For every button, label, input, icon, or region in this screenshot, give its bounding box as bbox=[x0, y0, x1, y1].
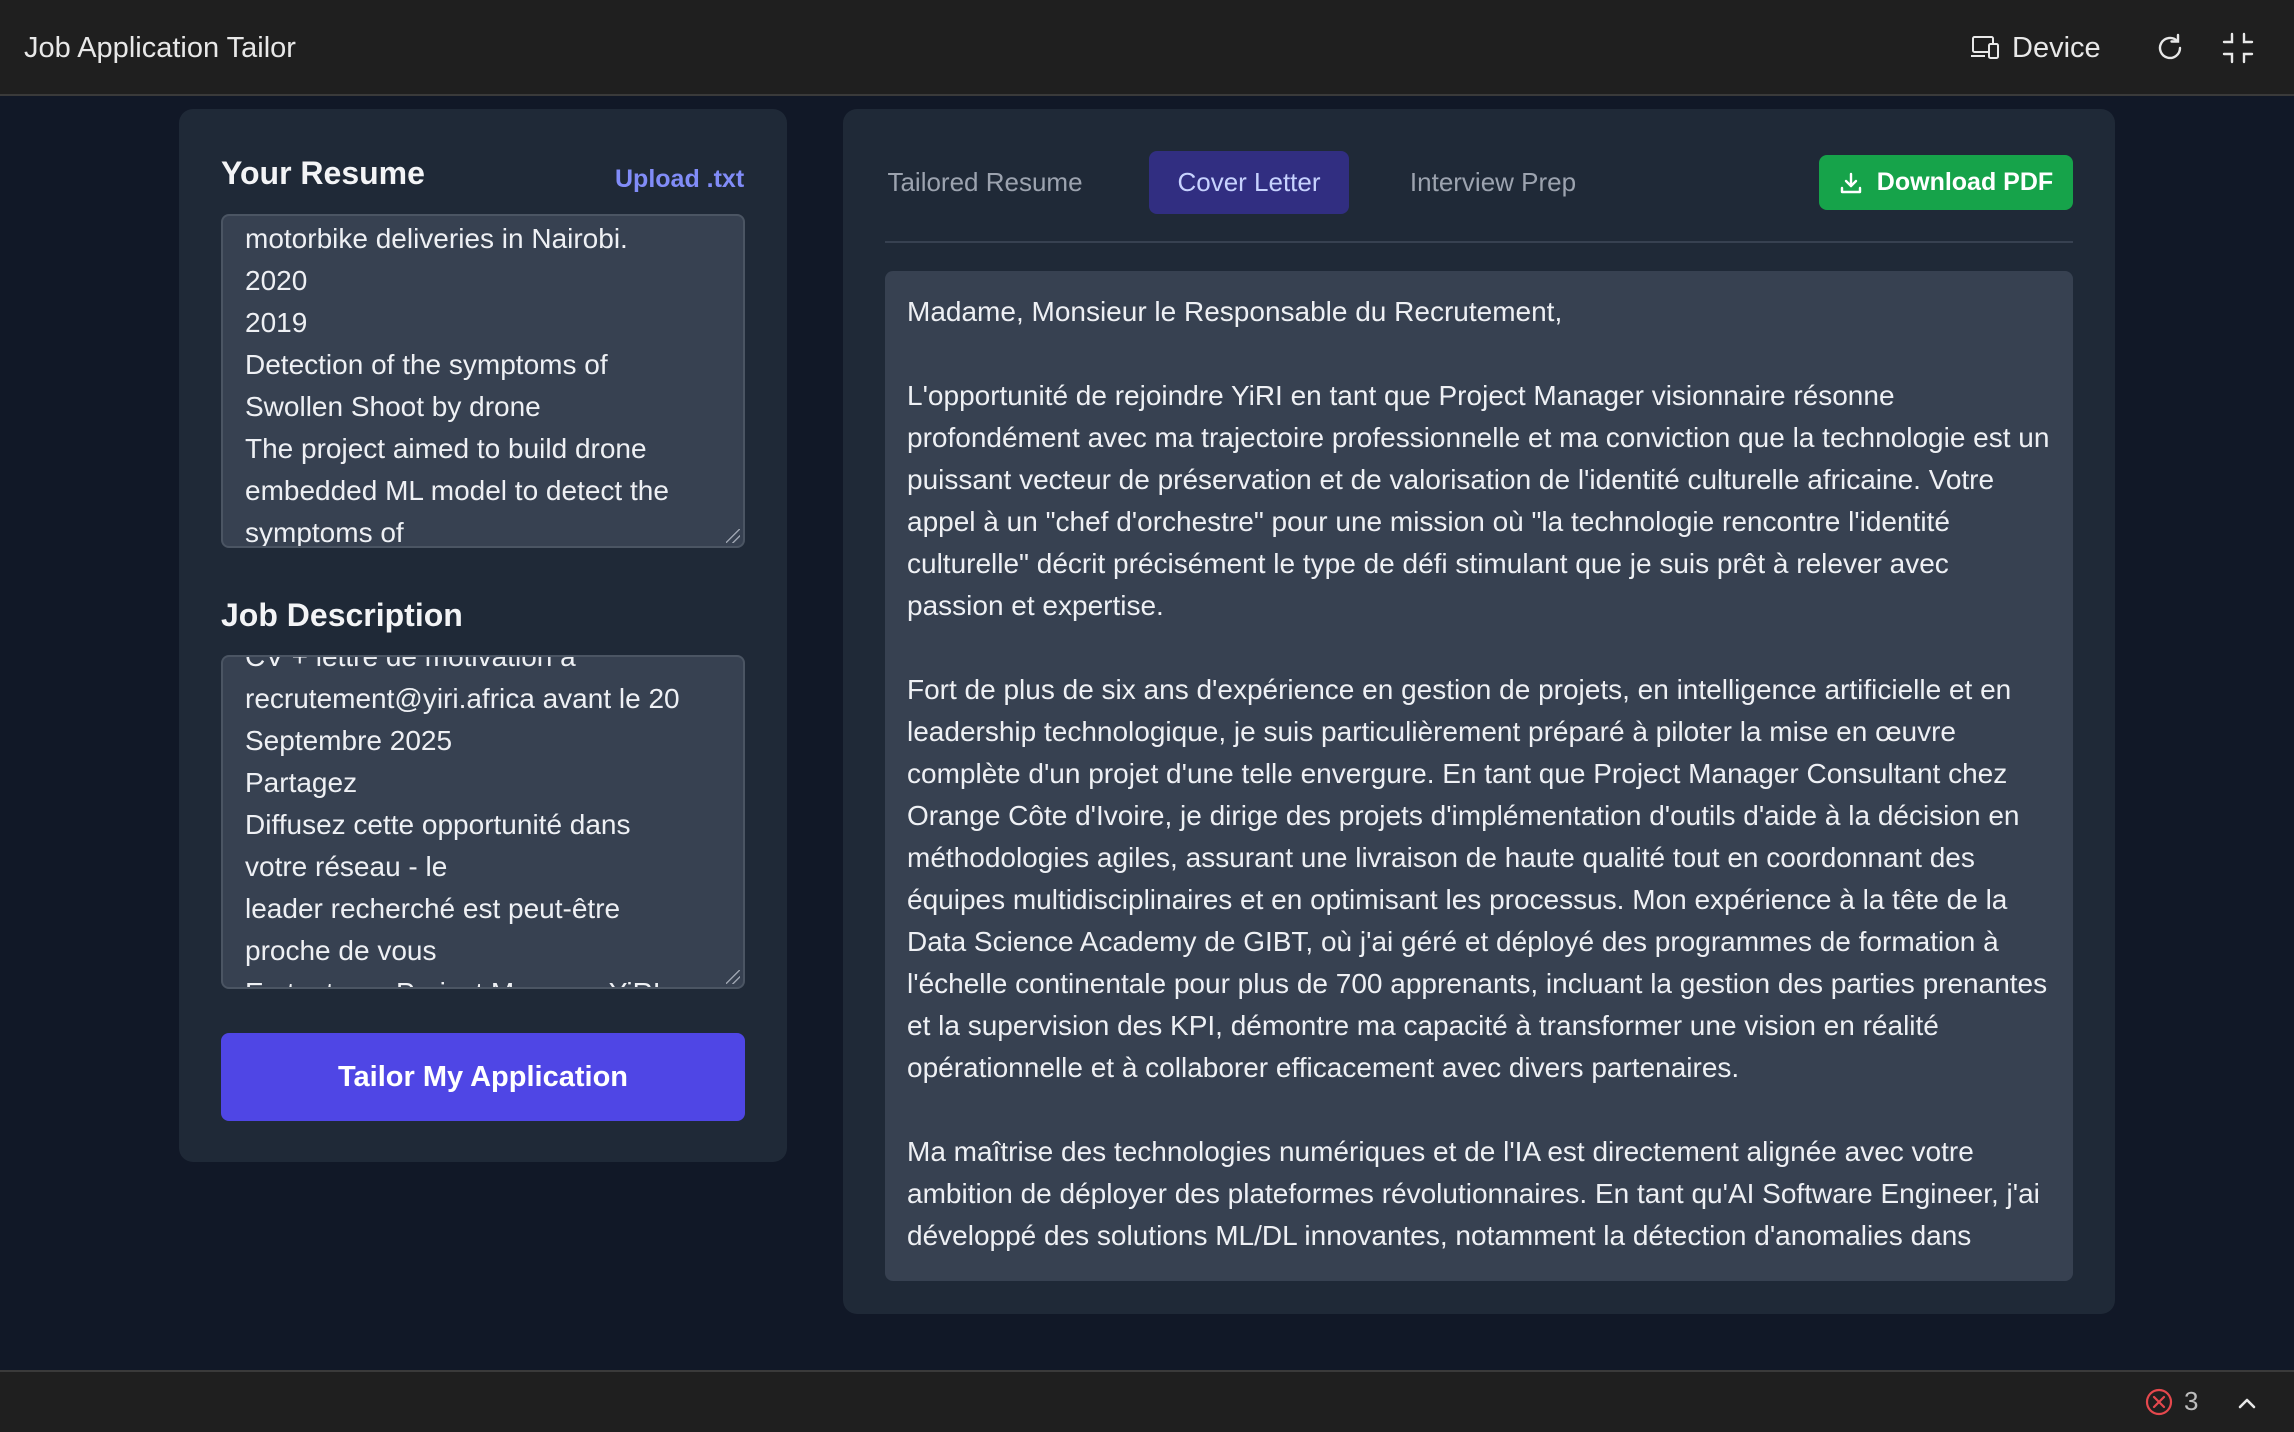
resize-handle[interactable] bbox=[726, 970, 740, 984]
input-panel: Your Resume Upload .txt motorbike delive… bbox=[179, 109, 787, 1162]
device-label: Device bbox=[2012, 31, 2101, 64]
download-pdf-button[interactable]: Download PDF bbox=[1819, 155, 2073, 210]
upload-txt-link[interactable]: Upload .txt bbox=[615, 165, 744, 194]
resume-textarea[interactable]: motorbike deliveries in Nairobi. 2020 20… bbox=[221, 214, 745, 548]
job-description-text: CV + lettre de motivation à recrutement@… bbox=[245, 655, 680, 987]
output-panel: Tailored Resume Cover Letter Interview P… bbox=[843, 109, 2115, 1314]
resize-handle[interactable] bbox=[726, 529, 740, 543]
tab-interview-prep[interactable]: Interview Prep bbox=[1385, 151, 1601, 214]
resume-label: Your Resume bbox=[221, 155, 425, 191]
cover-letter-content: Madame, Monsieur le Responsable du Recru… bbox=[885, 271, 2073, 1281]
tab-tailored-resume[interactable]: Tailored Resume bbox=[885, 151, 1085, 214]
cover-letter-paragraph: Fort de plus de six ans d'expérience en … bbox=[907, 674, 2048, 1083]
tabs-divider bbox=[885, 241, 2073, 243]
job-description-textarea[interactable]: CV + lettre de motivation à recrutement@… bbox=[221, 655, 745, 989]
error-circle-icon bbox=[2145, 1388, 2173, 1415]
download-icon bbox=[1840, 172, 1861, 193]
collapse-icon[interactable] bbox=[2220, 30, 2256, 66]
error-count: 3 bbox=[2184, 1386, 2199, 1416]
device-button[interactable]: Device bbox=[1970, 24, 2101, 72]
resume-text: motorbike deliveries in Nairobi. 2020 20… bbox=[245, 223, 669, 548]
job-description-label: Job Description bbox=[221, 597, 463, 633]
tailor-application-button[interactable]: Tailor My Application bbox=[221, 1033, 745, 1121]
download-pdf-label: Download PDF bbox=[1876, 168, 2054, 196]
status-bar: 3 bbox=[0, 1370, 2294, 1432]
chevron-up-icon[interactable] bbox=[2234, 1390, 2260, 1416]
title-bar: Job Application Tailor Device bbox=[0, 0, 2294, 96]
cover-letter-paragraph: Ma maîtrise des technologies numériques … bbox=[907, 1136, 2040, 1251]
app-title: Job Application Tailor bbox=[24, 32, 296, 64]
tab-cover-letter[interactable]: Cover Letter bbox=[1149, 151, 1349, 214]
cover-letter-paragraph: L'opportunité de rejoindre YiRI en tant … bbox=[907, 380, 2050, 621]
error-indicator[interactable]: 3 bbox=[2144, 1386, 2198, 1417]
devices-icon bbox=[1971, 36, 1999, 59]
refresh-icon[interactable] bbox=[2152, 30, 2188, 66]
cover-letter-paragraph: Madame, Monsieur le Responsable du Recru… bbox=[907, 296, 1563, 327]
